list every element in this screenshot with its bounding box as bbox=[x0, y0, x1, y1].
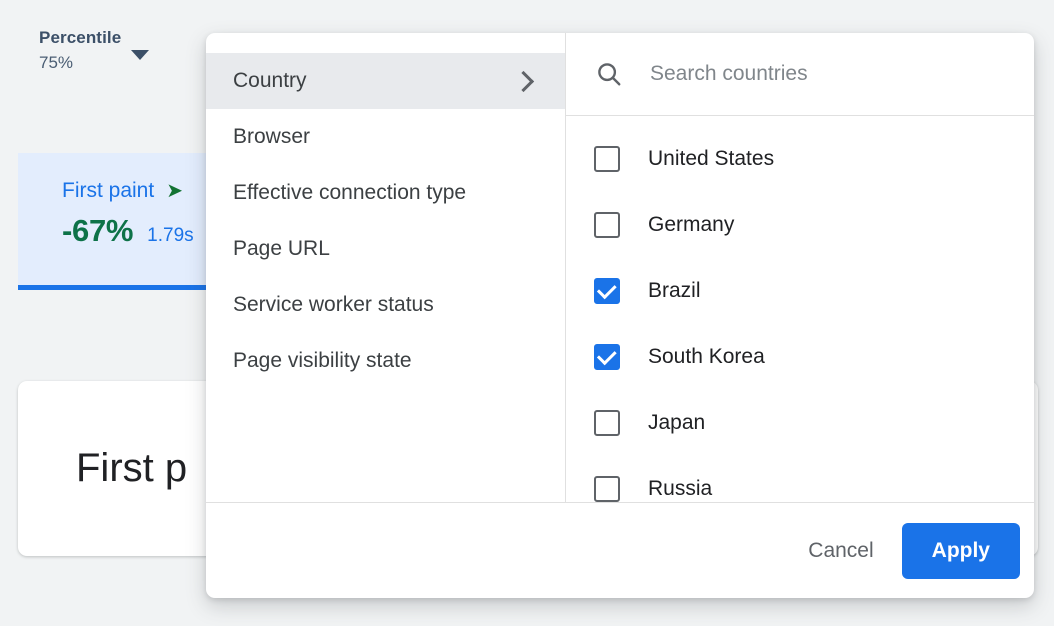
country-item-united-states[interactable]: United States bbox=[566, 126, 1034, 192]
dimension-item-country[interactable]: Country bbox=[206, 53, 565, 109]
country-item-japan[interactable]: Japan bbox=[566, 390, 1034, 456]
dimension-item-label: Page visibility state bbox=[233, 349, 412, 373]
values-panel: United States Germany Brazil South Korea bbox=[566, 33, 1034, 502]
country-label: Russia bbox=[648, 477, 712, 501]
country-item-brazil[interactable]: Brazil bbox=[566, 258, 1034, 324]
checkbox-brazil[interactable] bbox=[594, 278, 620, 304]
dimension-item-page-visibility-state[interactable]: Page visibility state bbox=[206, 333, 565, 389]
search-icon bbox=[594, 59, 624, 89]
checkbox-germany[interactable] bbox=[594, 212, 620, 238]
country-list[interactable]: United States Germany Brazil South Korea bbox=[566, 116, 1034, 502]
chevron-right-icon bbox=[513, 70, 534, 91]
checkbox-united-states[interactable] bbox=[594, 146, 620, 172]
dimension-item-label: Page URL bbox=[233, 237, 330, 261]
dimension-item-label: Effective connection type bbox=[233, 181, 466, 205]
country-label: United States bbox=[648, 147, 774, 171]
country-label: Brazil bbox=[648, 279, 701, 303]
dimension-item-service-worker-status[interactable]: Service worker status bbox=[206, 277, 565, 333]
country-label: South Korea bbox=[648, 345, 765, 369]
country-item-germany[interactable]: Germany bbox=[566, 192, 1034, 258]
country-item-russia[interactable]: Russia bbox=[566, 456, 1034, 502]
checkbox-russia[interactable] bbox=[594, 476, 620, 502]
country-item-south-korea[interactable]: South Korea bbox=[566, 324, 1034, 390]
search-row bbox=[566, 33, 1034, 116]
dimension-item-label: Browser bbox=[233, 125, 310, 149]
dimension-item-browser[interactable]: Browser bbox=[206, 109, 565, 165]
filter-dialog: Country Browser Effective connection typ… bbox=[206, 33, 1034, 598]
dialog-footer: Cancel Apply bbox=[206, 502, 1034, 598]
dimension-menu: Country Browser Effective connection typ… bbox=[206, 33, 566, 502]
dimension-item-label: Service worker status bbox=[233, 293, 434, 317]
search-input[interactable] bbox=[650, 62, 1006, 86]
cancel-button[interactable]: Cancel bbox=[786, 527, 895, 575]
country-label: Germany bbox=[648, 213, 734, 237]
dimension-item-page-url[interactable]: Page URL bbox=[206, 221, 565, 277]
dimension-item-effective-connection-type[interactable]: Effective connection type bbox=[206, 165, 565, 221]
checkbox-japan[interactable] bbox=[594, 410, 620, 436]
checkbox-south-korea[interactable] bbox=[594, 344, 620, 370]
dimension-item-label: Country bbox=[233, 69, 307, 93]
country-label: Japan bbox=[648, 411, 705, 435]
apply-button[interactable]: Apply bbox=[902, 523, 1020, 579]
dialog-body: Country Browser Effective connection typ… bbox=[206, 33, 1034, 502]
